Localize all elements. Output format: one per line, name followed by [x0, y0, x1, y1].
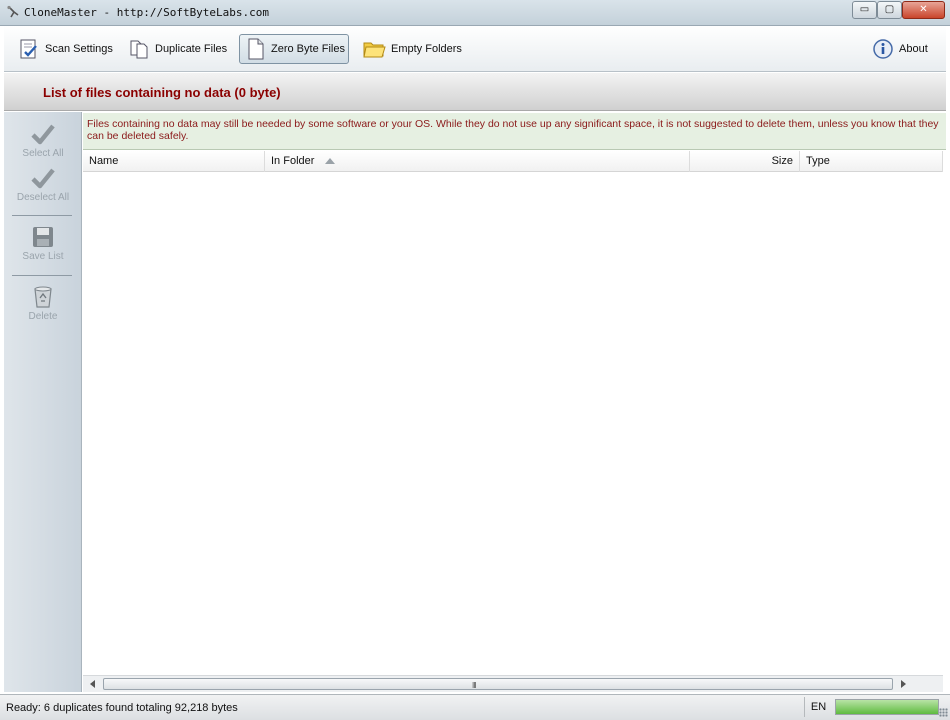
floppy-disk-icon	[33, 227, 53, 247]
column-header-in-folder[interactable]: In Folder	[265, 151, 690, 172]
column-header-size[interactable]: Size	[690, 151, 800, 172]
zero-byte-files-button[interactable]: Zero Byte Files	[239, 34, 349, 64]
delete-button[interactable]: Delete	[4, 285, 82, 322]
select-all-label: Select All	[22, 148, 64, 159]
page-title: List of files containing no data (0 byte…	[43, 85, 281, 100]
column-type-label: Type	[806, 155, 830, 167]
duplicate-files-label: Duplicate Files	[155, 43, 228, 55]
file-list[interactable]	[83, 172, 943, 674]
status-bar: Ready: 6 duplicates found totaling 92,21…	[0, 694, 950, 720]
save-list-label: Save List	[22, 251, 64, 262]
close-button[interactable]: ✕	[902, 1, 945, 19]
zero-byte-files-label: Zero Byte Files	[271, 43, 345, 55]
scrollbar-grip: III	[472, 681, 477, 690]
checkmark-icon	[31, 168, 55, 189]
info-icon	[873, 39, 893, 59]
scan-settings-button[interactable]: Scan Settings	[12, 34, 119, 64]
empty-folders-button[interactable]: Empty Folders	[356, 34, 468, 64]
scan-progress-bar	[835, 699, 939, 715]
main-toolbar: Scan Settings Duplicate Files Zero Byte …	[4, 26, 946, 72]
column-in-folder-label: In Folder	[271, 155, 315, 167]
window-title: CloneMaster - http://SoftByteLabs.com	[24, 6, 270, 19]
duplicate-files-button[interactable]: Duplicate Files	[122, 34, 233, 64]
zero-byte-file-icon	[248, 38, 264, 60]
scan-settings-icon	[20, 39, 37, 59]
delete-label: Delete	[28, 311, 58, 322]
sidebar-divider	[12, 275, 72, 276]
sidebar-divider	[12, 215, 72, 216]
clone-master-app-icon	[7, 5, 19, 18]
column-size-label: Size	[771, 155, 793, 167]
scroll-right-icon[interactable]	[897, 679, 909, 689]
about-button[interactable]: About	[866, 34, 934, 64]
resize-grip[interactable]	[939, 708, 948, 717]
column-header-name[interactable]: Name	[83, 151, 265, 172]
action-sidebar: Select All Deselect All Save List Delete	[4, 112, 82, 692]
recycle-bin-icon	[34, 286, 52, 308]
save-list-button[interactable]: Save List	[4, 225, 82, 262]
horizontal-scrollbar[interactable]: III	[83, 675, 943, 692]
column-header-type[interactable]: Type	[800, 151, 943, 172]
empty-folders-label: Empty Folders	[391, 43, 462, 55]
title-bar[interactable]: CloneMaster - http://SoftByteLabs.com ▭ …	[0, 0, 950, 26]
scroll-left-icon[interactable]	[87, 679, 99, 689]
duplicate-files-icon	[130, 40, 148, 59]
sort-ascending-icon	[325, 158, 336, 165]
select-all-button[interactable]: Select All	[4, 122, 82, 159]
status-text: Ready: 6 duplicates found totaling 92,21…	[6, 702, 238, 714]
language-indicator[interactable]: EN	[804, 697, 832, 717]
progress-fill	[836, 700, 938, 714]
maximize-button[interactable]: ▢	[877, 1, 902, 19]
deselect-all-label: Deselect All	[16, 192, 70, 203]
scan-settings-label: Scan Settings	[45, 43, 113, 55]
scrollbar-thumb[interactable]: III	[103, 678, 893, 690]
deselect-all-button[interactable]: Deselect All	[4, 166, 82, 203]
minimize-button[interactable]: ▭	[852, 1, 877, 19]
folder-icon	[363, 42, 386, 58]
file-list-header: Name In Folder Size Type	[83, 151, 943, 172]
info-message: Files containing no data may still be ne…	[83, 113, 946, 150]
about-label: About	[899, 43, 928, 55]
checkmark-icon	[31, 124, 55, 145]
section-heading-band: List of files containing no data (0 byte…	[4, 73, 946, 111]
column-name-label: Name	[89, 155, 119, 167]
